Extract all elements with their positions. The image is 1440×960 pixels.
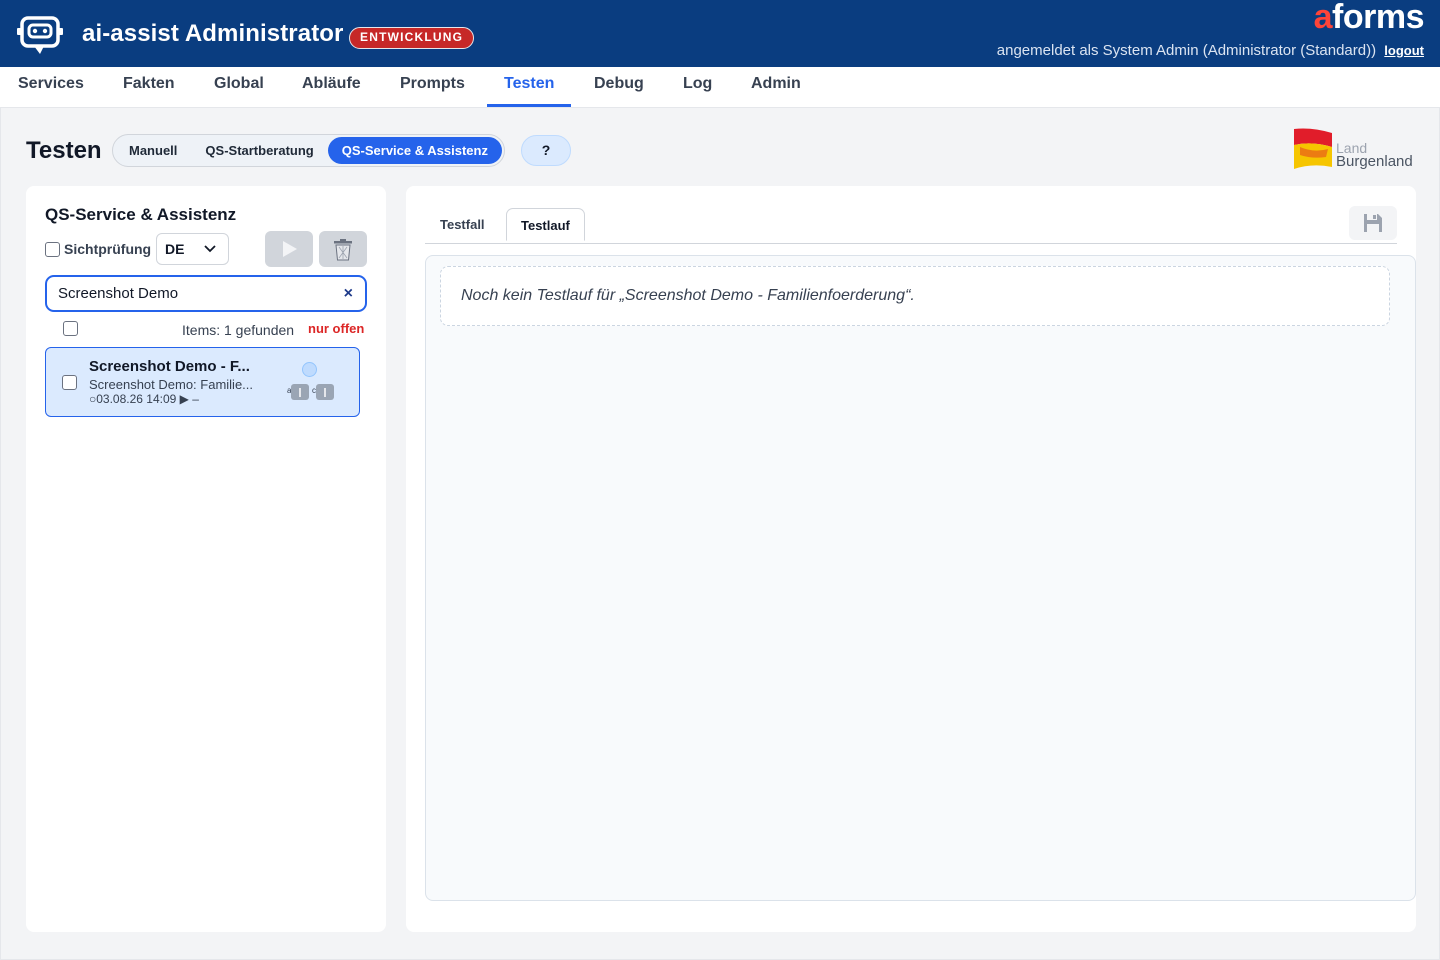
- test-list-panel: QS-Service & Assistenz Sichtprüfung DE S…: [26, 186, 386, 932]
- item-subtitle: Screenshot Demo: Familie...: [89, 377, 254, 392]
- land-burgenland-logo: Land Burgenland: [1292, 127, 1422, 173]
- panel-title: QS-Service & Assistenz: [45, 205, 237, 224]
- save-icon: [1364, 214, 1382, 232]
- delete-button[interactable]: [319, 231, 367, 267]
- item-title: Screenshot Demo - F...: [89, 358, 250, 375]
- aforms-logo: aforms: [1313, 0, 1425, 36]
- visual-check-checkbox[interactable]: [45, 242, 60, 257]
- item-meta: ○03.08.26 14:09 ▶ –: [89, 392, 199, 406]
- page-title: Testen: [26, 137, 102, 164]
- items-count: Items: 1 gefunden: [182, 322, 295, 338]
- play-icon: [283, 241, 297, 257]
- logout-link[interactable]: logout: [1384, 43, 1424, 58]
- language-select[interactable]: DE: [156, 233, 229, 265]
- info-icon[interactable]: [291, 384, 309, 400]
- nav-debug[interactable]: Debug: [577, 67, 661, 107]
- app-title: ai-assist Administrator: [82, 20, 344, 47]
- language-value: DE: [165, 241, 185, 257]
- info-icon[interactable]: [316, 384, 334, 400]
- chatbot-icon: [16, 14, 64, 56]
- tab-testfall[interactable]: Testfall: [426, 208, 499, 241]
- select-all-checkbox[interactable]: [63, 321, 78, 336]
- flag-icon: [1294, 128, 1332, 169]
- help-button[interactable]: ?: [521, 135, 571, 166]
- empty-message: Noch kein Testlauf für „Screenshot Demo …: [440, 266, 1390, 326]
- nav-services[interactable]: Services: [1, 67, 101, 107]
- test-mode-switch: Manuell QS-Startberatung QS-Service & As…: [112, 134, 505, 167]
- nav-ablaeufe[interactable]: Abläufe: [285, 67, 378, 107]
- nav-admin[interactable]: Admin: [734, 67, 818, 107]
- mode-qs-startberatung[interactable]: QS-Startberatung: [191, 137, 327, 164]
- app-header: ai-assist Administrator ENTWICKLUNG afor…: [0, 0, 1440, 67]
- run-button[interactable]: [265, 231, 313, 267]
- list-item[interactable]: Screenshot Demo - F... Screenshot Demo: …: [45, 347, 360, 417]
- save-button[interactable]: [1349, 206, 1397, 240]
- visual-check-label: Sichtprüfung: [64, 241, 152, 257]
- chevron-down-icon: [204, 245, 216, 253]
- burgenland-label: Burgenland: [1336, 153, 1413, 170]
- user-login-text: angemeldet als System Admin (Administrat…: [996, 42, 1377, 59]
- trash-icon: [334, 239, 352, 261]
- clear-search-icon[interactable]: ×: [344, 277, 353, 310]
- nav-testen[interactable]: Testen: [487, 67, 572, 107]
- status-dot-icon: [302, 362, 317, 377]
- search-value: Screenshot Demo: [58, 285, 179, 302]
- environment-badge: ENTWICKLUNG: [349, 27, 475, 49]
- main-nav: Services Fakten Global Abläufe Prompts T…: [0, 67, 1440, 108]
- user-info: angemeldet als System Admin (Administrat…: [997, 42, 1424, 59]
- only-open-filter[interactable]: nur offen: [308, 321, 364, 336]
- nav-log[interactable]: Log: [666, 67, 729, 107]
- mode-manuell[interactable]: Manuell: [115, 137, 191, 164]
- nav-global[interactable]: Global: [197, 67, 281, 107]
- test-detail-panel: Testfall Testlauf Noch kein Testlauf für…: [406, 186, 1416, 932]
- main-area: Testen Manuell QS-Startberatung QS-Servi…: [0, 108, 1440, 960]
- search-input[interactable]: Screenshot Demo ×: [45, 275, 367, 312]
- item-checkbox[interactable]: [62, 375, 77, 390]
- nav-fakten[interactable]: Fakten: [106, 67, 192, 107]
- tab-divider: [425, 243, 1397, 244]
- tab-testlauf[interactable]: Testlauf: [506, 208, 585, 241]
- testlauf-content: Noch kein Testlauf für „Screenshot Demo …: [425, 255, 1416, 901]
- nav-prompts[interactable]: Prompts: [383, 67, 482, 107]
- mode-qs-service-assistenz[interactable]: QS-Service & Assistenz: [327, 137, 502, 164]
